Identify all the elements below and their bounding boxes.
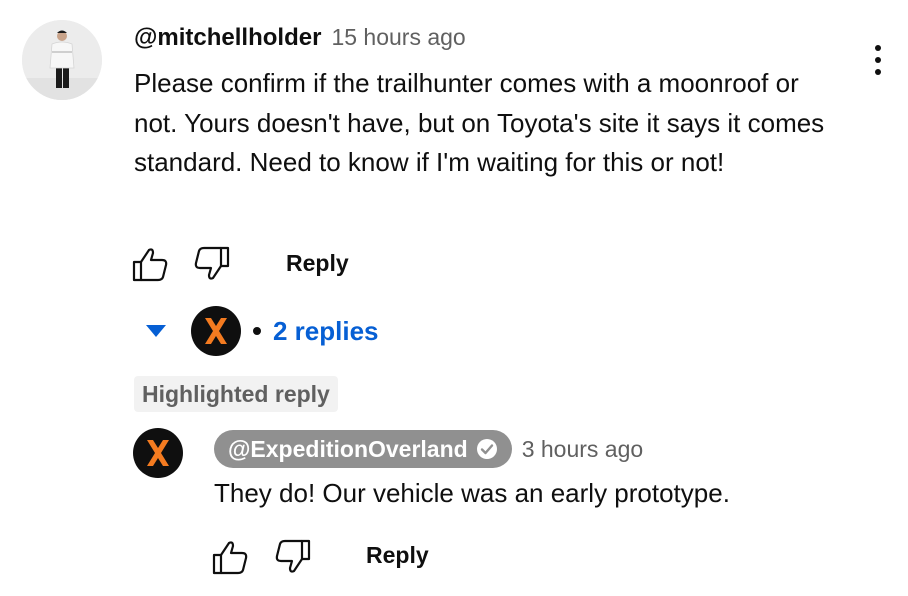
- reply-author-avatar[interactable]: [133, 428, 183, 478]
- comment-header: @mitchellholder 15 hours ago: [134, 24, 466, 54]
- avatar[interactable]: [22, 20, 102, 100]
- reply-author-chip[interactable]: @ExpeditionOverland: [214, 430, 512, 468]
- more-vert-icon-dot: [875, 69, 881, 75]
- caret-down-icon: [146, 325, 166, 337]
- more-vert-icon-dot: [875, 57, 881, 63]
- like-button[interactable]: [130, 244, 170, 284]
- more-options-button[interactable]: [864, 40, 892, 80]
- more-vert-icon: [875, 45, 881, 51]
- replies-count[interactable]: 2 replies: [273, 316, 379, 347]
- reply-like-button[interactable]: [210, 537, 250, 577]
- reply-timestamp[interactable]: 3 hours ago: [522, 436, 643, 463]
- reply-reply-button[interactable]: Reply: [366, 542, 429, 569]
- channel-avatar: [191, 306, 241, 356]
- highlighted-reply-badge: Highlighted reply: [134, 376, 338, 412]
- comment-timestamp[interactable]: 15 hours ago: [331, 24, 465, 51]
- reply-text: They do! Our vehicle was an early protot…: [214, 478, 730, 508]
- thumbs-up-icon: [212, 541, 248, 575]
- reply-dislike-button[interactable]: [273, 537, 313, 577]
- thumbs-down-icon: [194, 246, 230, 280]
- comment-text: Please confirm if the trailhunter comes …: [134, 68, 825, 177]
- reply-header: @ExpeditionOverland 3 hours ago: [214, 430, 643, 468]
- reply-author: @ExpeditionOverland: [228, 435, 468, 462]
- user-photo: [22, 20, 102, 100]
- separator-dot: [253, 327, 261, 335]
- verified-check-icon: [476, 439, 497, 459]
- replies-toggle[interactable]: 2 replies: [145, 306, 379, 356]
- thumbs-up-icon: [132, 248, 168, 282]
- comment-author[interactable]: @mitchellholder: [134, 24, 321, 52]
- reply-button[interactable]: Reply: [286, 250, 349, 277]
- thumbs-down-icon: [275, 539, 311, 573]
- dislike-button[interactable]: [192, 244, 232, 284]
